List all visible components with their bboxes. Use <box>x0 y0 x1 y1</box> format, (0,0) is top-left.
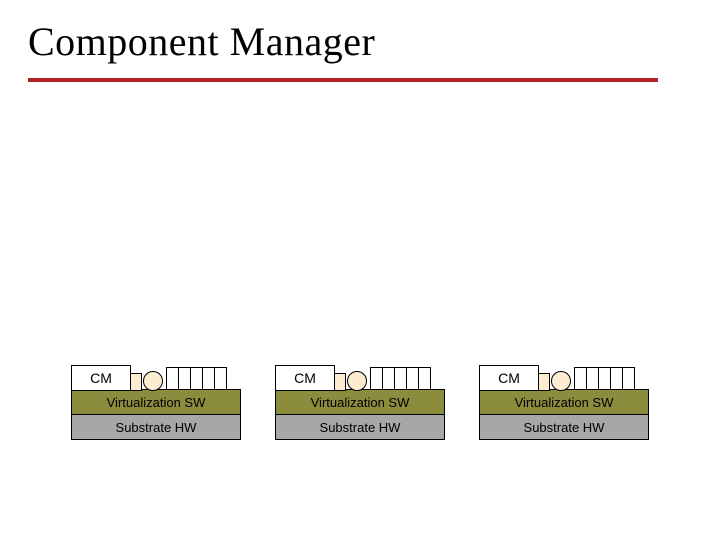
substrate-layer: Substrate HW <box>479 414 649 440</box>
substrate-layer: Substrate HW <box>275 414 445 440</box>
slot-group <box>166 367 227 390</box>
virtualization-layer: Virtualization SW <box>275 389 445 415</box>
cm-box: CM <box>479 365 539 391</box>
slot <box>574 367 587 391</box>
stack-2-top-row: CM <box>275 358 445 390</box>
stack-3-top-row: CM <box>479 358 649 390</box>
circle-icon <box>143 371 163 391</box>
slot <box>587 367 599 391</box>
slot-group <box>574 367 635 390</box>
slot <box>383 367 395 391</box>
slide: Component Manager CM Virtualization SW S <box>0 0 720 540</box>
slot <box>203 367 215 391</box>
slot <box>370 367 383 391</box>
slot <box>407 367 419 391</box>
slot <box>215 367 227 391</box>
cm-box: CM <box>71 365 131 391</box>
slot <box>395 367 407 391</box>
virtualization-layer: Virtualization SW <box>71 389 241 415</box>
slot <box>419 367 431 391</box>
slot <box>599 367 611 391</box>
slot <box>191 367 203 391</box>
circle-icon <box>347 371 367 391</box>
title-underline <box>28 78 658 82</box>
stack-1: CM Virtualization SW Substrate HW <box>71 358 241 440</box>
stack-1-top-row: CM <box>71 358 241 390</box>
virtualization-layer: Virtualization SW <box>479 389 649 415</box>
slot <box>611 367 623 391</box>
page-title: Component Manager <box>28 18 375 65</box>
slot <box>179 367 191 391</box>
substrate-layer: Substrate HW <box>71 414 241 440</box>
cm-box: CM <box>275 365 335 391</box>
circle-icon <box>551 371 571 391</box>
slot-group <box>370 367 431 390</box>
stacks-row: CM Virtualization SW Substrate HW CM <box>71 358 649 440</box>
stack-2: CM Virtualization SW Substrate HW <box>275 358 445 440</box>
stack-3: CM Virtualization SW Substrate HW <box>479 358 649 440</box>
slot <box>166 367 179 391</box>
slot <box>623 367 635 391</box>
